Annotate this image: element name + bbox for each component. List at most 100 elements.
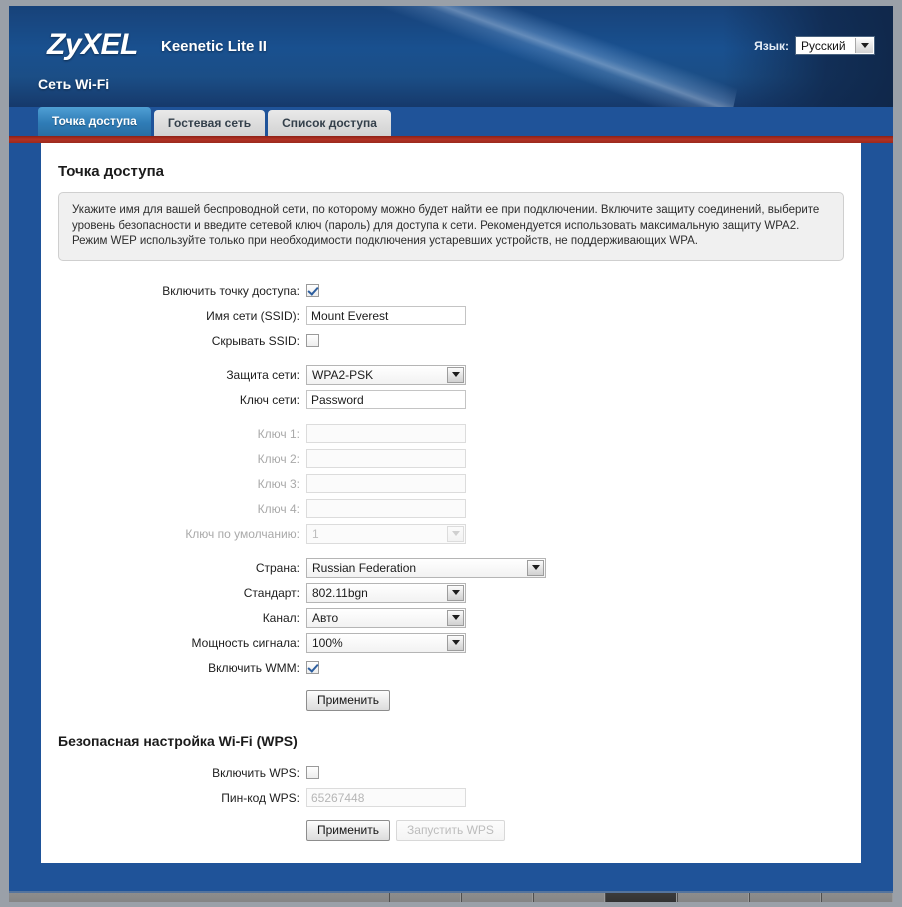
chevron-down-icon[interactable] bbox=[855, 38, 873, 53]
row-wps-pin: Пин-код WPS: bbox=[41, 788, 861, 808]
apply-wps-button[interactable]: Применить bbox=[306, 819, 391, 841]
row-channel: Канал: Авто bbox=[41, 607, 861, 628]
language-value: Русский bbox=[801, 38, 846, 53]
row-country: Страна: Russian Federation bbox=[41, 557, 861, 578]
enable-access-point-checkbox[interactable] bbox=[306, 284, 319, 297]
language-select[interactable]: Русский bbox=[795, 36, 875, 55]
key-2-input bbox=[306, 449, 466, 468]
content-panel: Точка доступа Укажите имя для вашей бесп… bbox=[41, 143, 861, 863]
row-ssid: Имя сети (SSID): bbox=[41, 306, 861, 326]
channel-value: Авто bbox=[312, 610, 339, 625]
channel-select[interactable]: Авто bbox=[306, 607, 466, 628]
section-heading-wps: Безопасная настройка Wi-Fi (WPS) bbox=[58, 732, 298, 749]
standard-value: 802.11bgn bbox=[312, 585, 368, 600]
row-hide-ssid: Скрывать SSID: bbox=[41, 331, 861, 351]
row-wmm: Включить WMM: bbox=[41, 658, 861, 678]
wmm-label: Включить WMM: bbox=[208, 660, 300, 675]
apply-row-wifi: Применить bbox=[41, 689, 861, 711]
row-standard: Стандарт: 802.11bgn bbox=[41, 582, 861, 603]
row-key-4: Ключ 4: bbox=[41, 499, 861, 519]
toolbar-left-pad bbox=[9, 893, 389, 903]
tab-access-point[interactable]: Точка доступа bbox=[38, 107, 151, 136]
toolbar-item-system-monitor[interactable] bbox=[389, 892, 461, 902]
row-enable-access-point: Включить точку доступа: bbox=[41, 281, 861, 301]
channel-label: Канал: bbox=[262, 610, 300, 625]
language-label: Язык: bbox=[754, 38, 789, 53]
key-3-label: Ключ 3: bbox=[257, 476, 300, 491]
signal-power-label: Мощность сигнала: bbox=[191, 635, 300, 650]
chevron-down-icon[interactable] bbox=[447, 584, 464, 601]
country-label: Страна: bbox=[255, 560, 300, 575]
enable-wps-checkbox[interactable] bbox=[306, 766, 319, 779]
row-security: Защита сети: WPA2-PSK bbox=[41, 364, 861, 385]
hide-ssid-checkbox[interactable] bbox=[306, 334, 319, 347]
chevron-down-icon[interactable] bbox=[447, 634, 464, 651]
key-4-input bbox=[306, 499, 466, 518]
chevron-down-icon bbox=[447, 525, 464, 542]
ssid-label: Имя сети (SSID): bbox=[206, 308, 300, 323]
row-default-key: Ключ по умолчанию: 1 bbox=[41, 523, 861, 544]
country-value: Russian Federation bbox=[312, 560, 417, 575]
key-1-label: Ключ 1: bbox=[257, 426, 300, 441]
bottom-toolbar bbox=[9, 890, 893, 903]
toolbar-item-settings[interactable] bbox=[749, 892, 821, 902]
tab-access-list[interactable]: Список доступа bbox=[268, 110, 391, 136]
key-2-label: Ключ 2: bbox=[257, 451, 300, 466]
row-key-2: Ключ 2: bbox=[41, 449, 861, 469]
tab-bar: Точка доступа Гостевая сеть Список досту… bbox=[9, 107, 893, 136]
key-3-input bbox=[306, 474, 466, 493]
wps-pin-label: Пин-код WPS: bbox=[221, 790, 300, 805]
router-model-name: Keenetic Lite II bbox=[161, 38, 267, 55]
toolbar-item-applications[interactable] bbox=[821, 892, 893, 902]
enable-access-point-label: Включить точку доступа: bbox=[162, 283, 300, 298]
row-network-key: Ключ сети: bbox=[41, 390, 861, 410]
tab-guest-network[interactable]: Гостевая сеть bbox=[153, 110, 266, 136]
network-key-input[interactable] bbox=[306, 390, 466, 409]
row-signal-power: Мощность сигнала: 100% bbox=[41, 632, 861, 653]
info-description-box: Укажите имя для вашей беспроводной сети,… bbox=[58, 192, 844, 261]
standard-label: Стандарт: bbox=[243, 585, 300, 600]
toolbar-item-wifi[interactable] bbox=[605, 892, 677, 902]
zyxel-logo: ZyXEL bbox=[47, 28, 138, 61]
content-wrap: Точка доступа Укажите имя для вашей бесп… bbox=[9, 143, 893, 863]
signal-power-value: 100% bbox=[312, 635, 343, 650]
enable-wps-label: Включить WPS: bbox=[212, 765, 300, 780]
toolbar-item-firewall[interactable] bbox=[677, 892, 749, 902]
language-selector[interactable]: Язык: Русский bbox=[754, 36, 875, 55]
country-select[interactable]: Russian Federation bbox=[306, 557, 546, 578]
start-wps-button: Запустить WPS bbox=[396, 819, 505, 841]
apply-row-wps: Применить Запустить WPS bbox=[41, 819, 861, 841]
wps-pin-input bbox=[306, 788, 466, 807]
security-value: WPA2-PSK bbox=[312, 367, 374, 382]
tab-underline-divider bbox=[9, 136, 893, 143]
footer-spacer bbox=[9, 863, 893, 891]
key-1-input bbox=[306, 424, 466, 443]
standard-select[interactable]: 802.11bgn bbox=[306, 582, 466, 603]
default-key-label: Ключ по умолчанию: bbox=[185, 526, 300, 541]
default-key-value: 1 bbox=[312, 526, 319, 541]
signal-power-select[interactable]: 100% bbox=[306, 632, 466, 653]
page-title: Сеть Wi-Fi bbox=[38, 76, 110, 92]
wmm-checkbox[interactable] bbox=[306, 661, 319, 674]
chevron-down-icon[interactable] bbox=[447, 609, 464, 626]
hide-ssid-label: Скрывать SSID: bbox=[211, 333, 300, 348]
toolbar-item-home-network[interactable] bbox=[533, 892, 605, 902]
header-light-streak bbox=[109, 6, 769, 107]
security-select[interactable]: WPA2-PSK bbox=[306, 364, 466, 385]
security-label: Защита сети: bbox=[226, 367, 300, 382]
row-enable-wps: Включить WPS: bbox=[41, 763, 861, 783]
router-admin-page: ZyXEL Keenetic Lite II Сеть Wi-Fi Язык: … bbox=[0, 0, 902, 907]
ssid-input[interactable] bbox=[306, 306, 466, 325]
chevron-down-icon[interactable] bbox=[447, 366, 464, 383]
chevron-down-icon[interactable] bbox=[527, 559, 544, 576]
header-right-shade bbox=[723, 6, 893, 107]
key-4-label: Ключ 4: bbox=[257, 501, 300, 516]
apply-wifi-button[interactable]: Применить bbox=[306, 689, 391, 711]
default-key-select: 1 bbox=[306, 523, 466, 544]
section-heading-access-point: Точка доступа bbox=[58, 163, 165, 180]
row-key-3: Ключ 3: bbox=[41, 474, 861, 494]
network-key-label: Ключ сети: bbox=[239, 392, 300, 407]
page-header: ZyXEL Keenetic Lite II Сеть Wi-Fi Язык: … bbox=[9, 6, 893, 107]
row-key-1: Ключ 1: bbox=[41, 424, 861, 444]
toolbar-item-internet[interactable] bbox=[461, 892, 533, 902]
